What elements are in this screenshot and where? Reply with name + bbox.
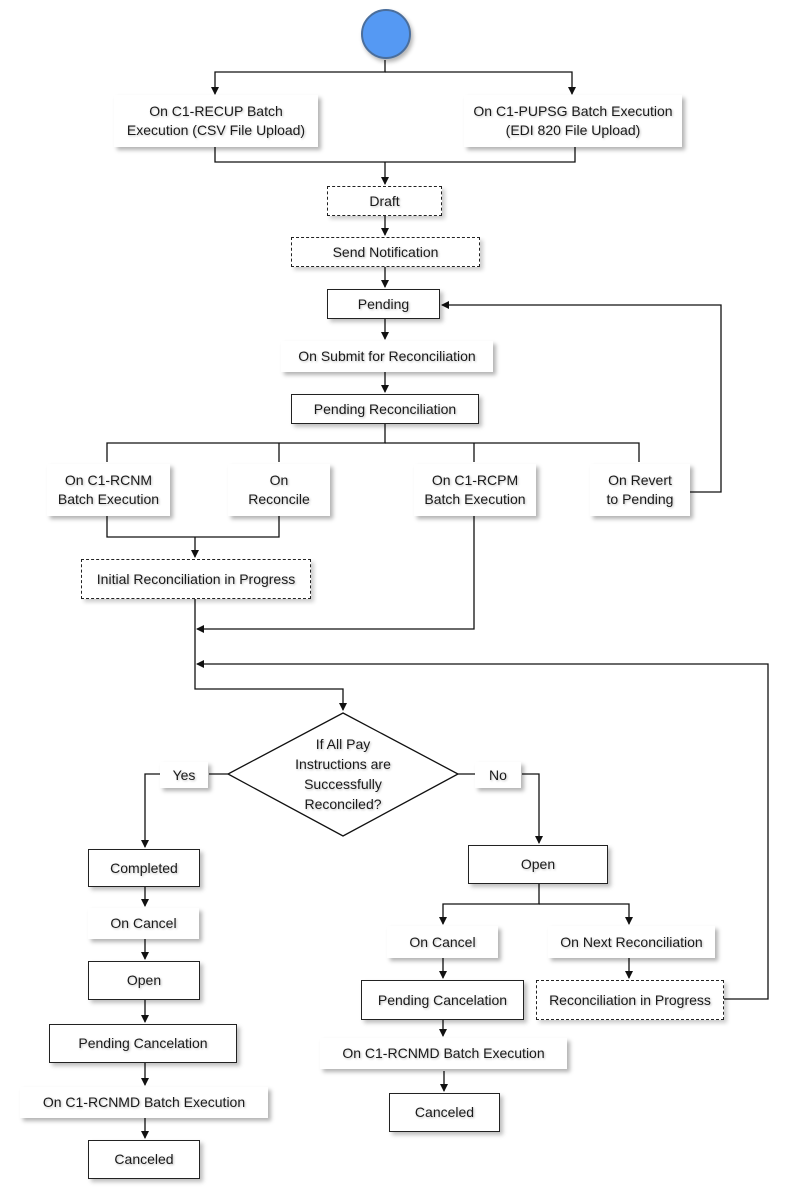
start-node	[361, 9, 411, 59]
connector	[141, 773, 160, 848]
state-pending: Pending	[327, 289, 440, 319]
connector	[539, 903, 633, 925]
event-rcpm-batch: On C1-RCPM Batch Execution	[414, 464, 536, 516]
event-cancel-right: On Cancel	[387, 926, 498, 958]
connector	[439, 884, 540, 925]
state-draft: Draft	[327, 186, 442, 216]
event-no: No	[475, 762, 521, 788]
decision-text: If All Pay Instructions are Successfully…	[295, 736, 391, 812]
connector	[385, 71, 576, 95]
state-pending-cancelation-left: Pending Cancelation	[49, 1024, 237, 1063]
event-reconcile: On Reconcile	[228, 464, 330, 516]
event-submit-reconciliation: On Submit for Reconciliation	[281, 341, 493, 372]
state-open-left: Open	[88, 961, 200, 1000]
state-canceled-left: Canceled	[88, 1140, 200, 1179]
state-send-notification: Send Notification	[291, 237, 480, 267]
connector	[522, 773, 543, 844]
state-completed: Completed	[88, 849, 200, 887]
state-pending-cancelation-right: Pending Cancelation	[361, 980, 524, 1020]
state-reconciliation-in-progress: Reconciliation in Progress	[536, 980, 724, 1020]
event-rcnmd-batch-right: On C1-RCNMD Batch Execution	[320, 1038, 567, 1069]
connector	[211, 60, 386, 95]
event-revert-pending: On Revert to Pending	[590, 464, 690, 516]
event-cancel-left: On Cancel	[88, 908, 199, 939]
connector	[214, 147, 576, 163]
state-pending-reconciliation: Pending Reconciliation	[291, 394, 479, 424]
event-rcnmd-batch-left: On C1-RCNMD Batch Execution	[20, 1087, 268, 1118]
state-initial-reconciliation: Initial Reconciliation in Progress	[81, 559, 311, 599]
state-canceled-right: Canceled	[389, 1093, 500, 1132]
state-open-right: Open	[468, 845, 608, 884]
connector	[106, 516, 280, 538]
connector	[106, 424, 386, 462]
event-rcnm-batch: On C1-RCNM Batch Execution	[47, 464, 170, 516]
event-recup-batch: On C1-RECUP Batch Execution (CSV File Up…	[114, 95, 318, 147]
event-yes: Yes	[160, 762, 208, 788]
event-pupsg-batch: On C1-PUPSG Batch Execution (EDI 820 Fil…	[464, 95, 682, 147]
connector	[194, 598, 347, 711]
event-next-reconciliation: On Next Reconciliation	[548, 926, 715, 958]
connector	[385, 442, 640, 462]
